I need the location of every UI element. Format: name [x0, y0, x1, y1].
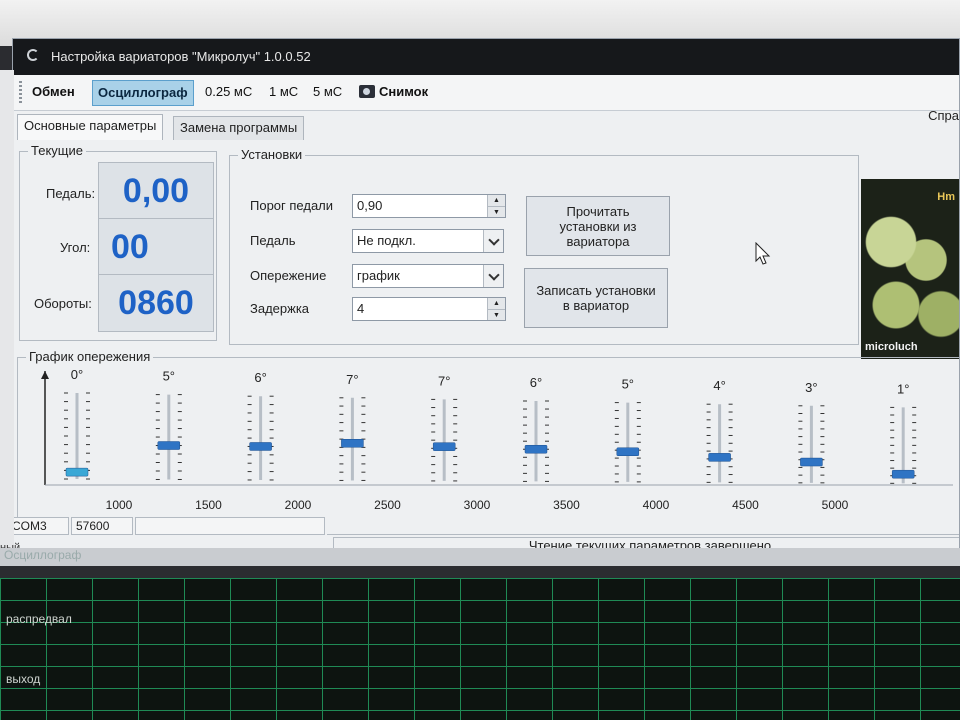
advance-angle-label: 6° [254, 370, 266, 385]
main-window: Настройка вариаторов "Микролуч" 1.0.0.52… [12, 38, 960, 560]
y-axis-arrow-icon [41, 371, 49, 379]
delay-value: 4 [357, 301, 365, 316]
advance-slider-thumb [708, 453, 731, 462]
settings-legend: Установки [238, 147, 306, 162]
x-tick-label: 3000 [464, 498, 491, 512]
pedal-label: Педаль: [46, 186, 96, 201]
delay-spinner[interactable]: 4 ▲ ▼ [352, 297, 506, 321]
advance-angle-label: 0° [71, 367, 83, 382]
advance-slider-thumb [432, 442, 456, 451]
delay-spin-buttons[interactable]: ▲ ▼ [487, 298, 505, 320]
spin-down-icon[interactable]: ▼ [488, 206, 505, 217]
logo-brand: microluch [865, 341, 918, 353]
title-bar: Настройка вариаторов "Микролуч" 1.0.0.52 [13, 39, 959, 75]
advance-label: Опережение [250, 268, 327, 283]
x-tick-label: 3500 [553, 498, 580, 512]
microluch-logo: Hm microluch [861, 179, 959, 359]
status-port: COM3 [13, 517, 69, 535]
channel-camshaft-label: распредвал [6, 612, 72, 626]
background-window-edge: ный диск [0, 70, 23, 566]
status-empty [135, 517, 325, 535]
x-tick-label: 4000 [643, 498, 670, 512]
interval-025ms-button[interactable]: 0.25 мС [200, 80, 257, 106]
threshold-spinner[interactable]: 0,90 ▲ ▼ [352, 194, 506, 218]
threshold-value: 0,90 [357, 198, 383, 213]
advance-slider-thumb [524, 444, 548, 454]
threshold-spin-buttons[interactable]: ▲ ▼ [487, 195, 505, 217]
spin-up-icon[interactable]: ▲ [488, 298, 505, 309]
window-title: Настройка вариаторов "Микролуч" 1.0.0.52 [51, 49, 311, 64]
x-tick-label: 2000 [285, 498, 312, 512]
advance-angle-label: 5° [163, 369, 175, 384]
advance-angle-label: 7° [346, 372, 358, 387]
pedal-setting-label: Педаль [250, 233, 296, 248]
toolbar: Обмен Осциллограф 0.25 мС 1 мС 5 мС Сним… [13, 75, 959, 111]
angle-value: 00 [98, 218, 214, 276]
write-settings-button[interactable]: Записать установки в вариатор [524, 268, 668, 328]
current-legend: Текущие [28, 143, 86, 158]
advance-slider-thumb [157, 441, 181, 450]
app-icon [27, 49, 39, 61]
snapshot-label: Снимок [379, 84, 429, 99]
advance-slider-thumb [616, 447, 640, 457]
exchange-button[interactable]: Обмен [27, 80, 80, 106]
camera-icon [359, 85, 375, 98]
oscillograph-button[interactable]: Осциллограф [92, 80, 194, 106]
toolbar-grip[interactable] [19, 81, 22, 103]
advance-slider-thumb [800, 457, 823, 467]
snapshot-button[interactable]: Снимок [354, 80, 433, 106]
advance-select-value: график [357, 268, 400, 283]
advance-angle-label: 7° [438, 373, 450, 388]
angle-label: Угол: [60, 240, 91, 255]
advance-slider-thumb [65, 467, 89, 477]
pedal-value: 0,00 [98, 162, 214, 220]
mouse-cursor-icon [755, 242, 771, 265]
help-menu[interactable]: Спра [928, 108, 959, 123]
pedal-select-value: Не подкл. [357, 233, 416, 248]
advance-slider-thumb [341, 439, 364, 448]
status-baud: 57600 [71, 517, 133, 535]
advance-angle-label: 5° [622, 377, 634, 392]
chevron-down-icon[interactable] [483, 265, 503, 287]
rpm-label: Обороты: [34, 296, 92, 311]
tab-replace-program[interactable]: Замена программы [173, 116, 305, 140]
advance-angle-label: 3° [805, 380, 817, 395]
x-tick-label: 1500 [195, 498, 222, 512]
advance-angle-label: 6° [530, 375, 542, 390]
chevron-down-icon[interactable] [483, 230, 503, 252]
advance-select[interactable]: график [352, 264, 504, 288]
channel-output-label: выход [6, 672, 41, 686]
advance-slider-thumb [249, 442, 272, 451]
advance-slider-thumb [891, 469, 915, 479]
status-separator [327, 517, 959, 535]
advance-angle-label: 4° [713, 378, 725, 393]
x-tick-label: 1000 [106, 498, 133, 512]
rpm-value: 0860 [98, 274, 214, 332]
threshold-label: Порог педали [250, 198, 334, 213]
oscillograph-grid [0, 578, 960, 720]
logo-text-top: Hm [937, 191, 955, 203]
advance-angle-label: 1° [897, 381, 909, 396]
spin-down-icon[interactable]: ▼ [488, 309, 505, 320]
x-tick-label: 4500 [732, 498, 759, 512]
x-tick-label: 2500 [374, 498, 401, 512]
oscillograph-panel-title: Осциллограф [0, 548, 960, 566]
pedal-select[interactable]: Не подкл. [352, 229, 504, 253]
interval-1ms-button[interactable]: 1 мС [264, 80, 303, 106]
advance-chart: 100015002000250030003500400045005000RPM0… [41, 367, 955, 529]
spin-up-icon[interactable]: ▲ [488, 195, 505, 206]
read-settings-button[interactable]: Прочитать установки из вариатора [526, 196, 670, 256]
tab-main-params[interactable]: Основные параметры [17, 114, 164, 140]
interval-5ms-button[interactable]: 5 мС [308, 80, 347, 106]
delay-label: Задержка [250, 301, 310, 316]
x-tick-label: 5000 [822, 498, 849, 512]
current-values-group: Текущие Педаль: 0,00 Угол: 00 Обороты: 0… [19, 143, 217, 341]
